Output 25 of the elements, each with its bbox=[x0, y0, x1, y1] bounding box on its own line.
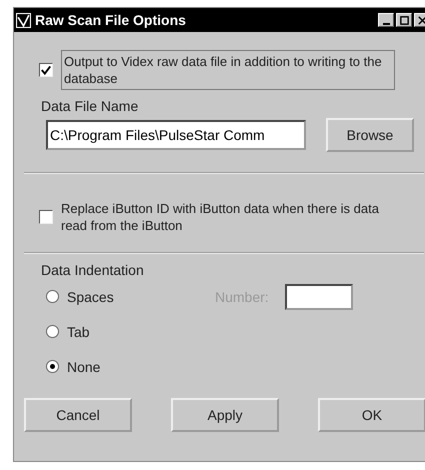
radio-label: None bbox=[67, 358, 102, 374]
input-field[interactable]: C:\Program Files\PulseStar Comm bbox=[46, 120, 306, 150]
dialog-button[interactable]: Cancel bbox=[24, 398, 132, 432]
radio-button[interactable] bbox=[46, 325, 59, 338]
checkbox-label: Output to Videx raw data file in addition to writing to the database bbox=[61, 50, 395, 90]
maximize-button[interactable] bbox=[396, 13, 412, 27]
section-heading: Data File Name bbox=[41, 98, 140, 116]
close-icon bbox=[416, 14, 425, 26]
radio-label: Spaces bbox=[67, 288, 115, 304]
radio-button[interactable] bbox=[46, 290, 59, 303]
section-heading: Data Indentation bbox=[41, 262, 145, 280]
maximize-icon bbox=[398, 14, 410, 26]
dialog-button[interactable]: Apply bbox=[171, 398, 279, 432]
radio-button[interactable] bbox=[46, 360, 59, 373]
browse-button[interactable]: Browse bbox=[326, 118, 414, 152]
checkbox[interactable] bbox=[39, 63, 53, 77]
minimize-icon bbox=[382, 22, 390, 24]
checkbox[interactable] bbox=[39, 210, 53, 224]
minimize-button[interactable] bbox=[378, 13, 394, 27]
checkbox-label: Replace iButton ID with iButton data when there is data read from the iButton bbox=[61, 200, 380, 234]
input-field[interactable] bbox=[284, 284, 353, 310]
window-title: Raw Scan File Options bbox=[35, 12, 187, 28]
radio-label: Tab bbox=[67, 324, 91, 340]
checkmark-icon bbox=[16, 12, 31, 28]
dialog-button[interactable]: OK bbox=[318, 398, 425, 432]
